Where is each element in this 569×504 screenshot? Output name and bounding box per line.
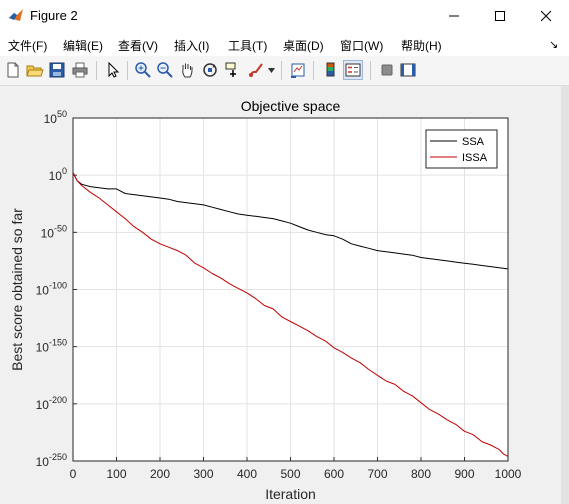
x-tick-label: 300 bbox=[193, 467, 213, 481]
y-tick-label: 100 bbox=[49, 166, 67, 183]
y-tick-label: 1050 bbox=[44, 109, 67, 126]
x-tick-label: 900 bbox=[454, 467, 474, 481]
y-tick-base: 10 bbox=[36, 341, 50, 355]
y-tick-base: 10 bbox=[36, 455, 50, 469]
legend-label-ssa: SSA bbox=[462, 136, 485, 148]
y-tick-exponent: -150 bbox=[49, 338, 67, 348]
y-tick-base: 10 bbox=[36, 398, 50, 412]
y-tick-exponent: -250 bbox=[49, 452, 67, 462]
x-tick-label: 400 bbox=[237, 467, 257, 481]
y-tick-exponent: -50 bbox=[54, 223, 67, 233]
y-tick-exponent: 50 bbox=[57, 109, 67, 119]
y-tick-label: 10-50 bbox=[41, 223, 67, 240]
y-tick-exponent: -100 bbox=[49, 281, 67, 291]
x-tick-label: 200 bbox=[150, 467, 170, 481]
x-tick-label: 700 bbox=[367, 467, 387, 481]
y-tick-exponent: -200 bbox=[49, 395, 67, 405]
y-tick-exponent: 0 bbox=[62, 166, 67, 176]
y-tick-label: 10-100 bbox=[36, 281, 67, 298]
x-tick-label: 600 bbox=[324, 467, 344, 481]
y-tick-base: 10 bbox=[44, 112, 58, 126]
y-axis-label: Best score obtained so far bbox=[9, 208, 25, 371]
y-tick-label: 10-250 bbox=[36, 452, 67, 469]
x-tick-label: 1000 bbox=[495, 467, 522, 481]
y-tick-label: 10-150 bbox=[36, 338, 67, 355]
x-tick-label: 500 bbox=[280, 467, 300, 481]
chart-title: Objective space bbox=[241, 98, 341, 114]
y-tick-label: 10-200 bbox=[36, 395, 67, 412]
y-tick-base: 10 bbox=[49, 169, 63, 183]
y-tick-base: 10 bbox=[41, 226, 55, 240]
x-tick-label: 0 bbox=[70, 467, 77, 481]
chart-plot: 0 100 200 300 400 500 600 700 800 900 100010501001… bbox=[9, 98, 522, 502]
x-tick-label: 800 bbox=[411, 467, 431, 481]
y-tick-base: 10 bbox=[36, 284, 50, 298]
x-axis-label: Iteration bbox=[265, 486, 316, 502]
x-tick-label: 100 bbox=[106, 467, 126, 481]
legend-label-issa: ISSA bbox=[462, 152, 488, 164]
